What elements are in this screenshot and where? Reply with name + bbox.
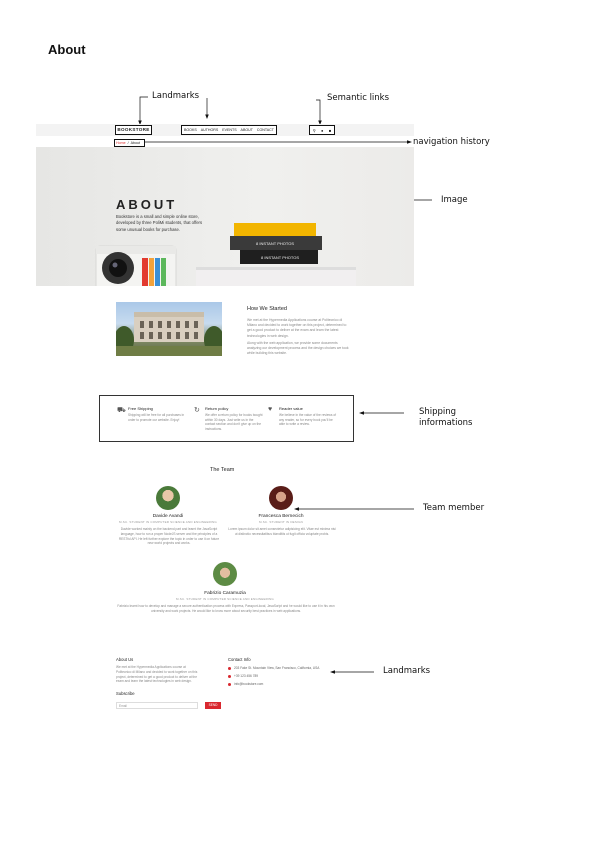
annotation-navigation-history: navigation history xyxy=(413,137,490,147)
annotation-landmarks-bottom: Landmarks xyxy=(383,666,431,676)
hero-title: ABOUT xyxy=(116,197,178,212)
team-member-desc: Davide worked mainly on the backend part… xyxy=(118,527,220,546)
main-nav: BOOKS AUTHORS EVENTS ABOUT CONTACT xyxy=(181,125,277,135)
shipping-item-reader: ♥ Reader value We believe in the value o… xyxy=(268,406,338,427)
phone-icon xyxy=(228,674,231,678)
team-member-role: M.SC. STUDENT IN COMPUTER SCIENCE AND EN… xyxy=(176,597,274,601)
shipping-item-title: Reader value xyxy=(279,406,303,411)
team-member-name: Davide Avandi xyxy=(152,514,184,519)
shipping-item-desc: We offer a return policy for books bough… xyxy=(205,413,263,431)
truck-icon: ⛟ xyxy=(117,407,126,414)
nav-item-books[interactable]: BOOKS xyxy=(184,128,197,132)
shipping-item-title: Return policy xyxy=(205,406,229,411)
footer-contact-title: Contact Info xyxy=(228,657,251,662)
team-member-role: M.SC. STUDENT IN DESIGN xyxy=(258,520,304,524)
search-icon[interactable]: ⚲ xyxy=(313,128,316,133)
started-paragraph-2: Along with the web application, we provi… xyxy=(247,341,349,356)
annotation-team-member: Team member xyxy=(423,503,485,513)
nav-item-about[interactable]: ABOUT xyxy=(241,128,253,132)
book-spine-2: 8 INSTANT PHOTOS xyxy=(256,241,294,246)
started-title: How We Started xyxy=(247,306,287,312)
contact-phone: +39 123 456 789 xyxy=(228,674,258,678)
heart-icon: ♥ xyxy=(268,406,273,413)
team-member-role: M.SC. STUDENT IN COMPUTER SCIENCE AND EN… xyxy=(119,520,217,524)
team-member-name: Fabrizio Caramuzia xyxy=(204,591,246,596)
header-icons: ⚲ ● ■ xyxy=(309,125,335,135)
nav-item-authors[interactable]: AUTHORS xyxy=(201,128,219,132)
footer-about-text: We met at the Hypermedia Applications co… xyxy=(116,665,198,684)
landmarks-top-leader xyxy=(139,96,148,122)
avatar xyxy=(156,486,180,510)
shipping-info-box: ⛟ Free Shipping Shipping will be free fo… xyxy=(99,395,354,442)
hero-text: Bookstore is a small and simple online s… xyxy=(116,214,203,232)
team-member-desc: Lorem ipsum dolor sit amet consectetur a… xyxy=(228,527,336,536)
contact-address-text: 203 Fake St. Mountain View, San Francisc… xyxy=(234,666,320,670)
annotation-shipping-line1: Shipping xyxy=(419,407,457,417)
shipping-item-return: ↻ Return policy We offer a return policy… xyxy=(194,406,264,431)
contact-phone-text: +39 123 456 789 xyxy=(234,674,259,678)
started-paragraph-1: We met at the Hypermedia Applications co… xyxy=(247,318,347,338)
contact-email: info@bookstore.com xyxy=(228,682,263,686)
email-field[interactable]: Email xyxy=(116,702,198,709)
annotation-shipping-line2: informations xyxy=(419,418,473,428)
breadcrumb-separator: / xyxy=(127,141,129,145)
breadcrumb-home[interactable]: Home xyxy=(116,140,126,146)
annotation-semantic-links: Semantic links xyxy=(327,93,390,103)
annotation-image: Image xyxy=(441,195,468,205)
team-title: The Team xyxy=(210,467,235,473)
refresh-icon: ↻ xyxy=(194,407,200,414)
shipping-item-desc: We believe in the value of the reviews o… xyxy=(279,413,336,427)
shipping-item-desc: Shipping will be free for all purchases … xyxy=(128,413,185,422)
breadcrumb: Home / About xyxy=(114,139,145,147)
shipping-item-free: ⛟ Free Shipping Shipping will be free fo… xyxy=(117,406,187,422)
subscribe-button[interactable]: SEND xyxy=(205,702,221,709)
nav-item-contact[interactable]: CONTACT xyxy=(257,128,274,132)
hero-image: 8 INSTANT PHOTOS 8 INSTANT PHOTOS xyxy=(36,147,414,286)
annotation-shipping: Shipping informations xyxy=(419,407,473,429)
team-member-name: Francesca Bernecich xyxy=(258,514,304,519)
cart-icon[interactable]: ■ xyxy=(329,128,331,133)
contact-address: 203 Fake St. Mountain View, San Francisc… xyxy=(228,666,319,670)
books-stack-image: 8 INSTANT PHOTOS 8 INSTANT PHOTOS xyxy=(196,223,356,286)
camera-image xyxy=(95,245,177,286)
avatar xyxy=(269,486,293,510)
site-logo[interactable]: BOOKSTORE xyxy=(115,125,152,135)
contact-email-text[interactable]: info@bookstore.com xyxy=(234,682,263,686)
footer-about-title: About Us xyxy=(116,657,134,662)
nav-item-events[interactable]: EVENTS xyxy=(222,128,236,132)
mail-icon xyxy=(228,682,231,686)
avatar xyxy=(213,562,237,586)
book-spine-3: 8 INSTANT PHOTOS xyxy=(261,255,299,260)
shipping-item-title: Free Shipping xyxy=(128,406,153,411)
footer-subscribe-title: Subscribe xyxy=(116,691,135,696)
team-member-desc: Fabrizio learnt how to develop and manag… xyxy=(117,604,335,613)
annotation-landmarks-top: Landmarks xyxy=(152,91,200,101)
user-icon[interactable]: ● xyxy=(321,128,323,133)
building-image xyxy=(114,302,224,356)
location-icon xyxy=(228,666,231,670)
breadcrumb-current: About xyxy=(130,141,140,145)
semantic-links-icons-leader xyxy=(316,99,321,122)
